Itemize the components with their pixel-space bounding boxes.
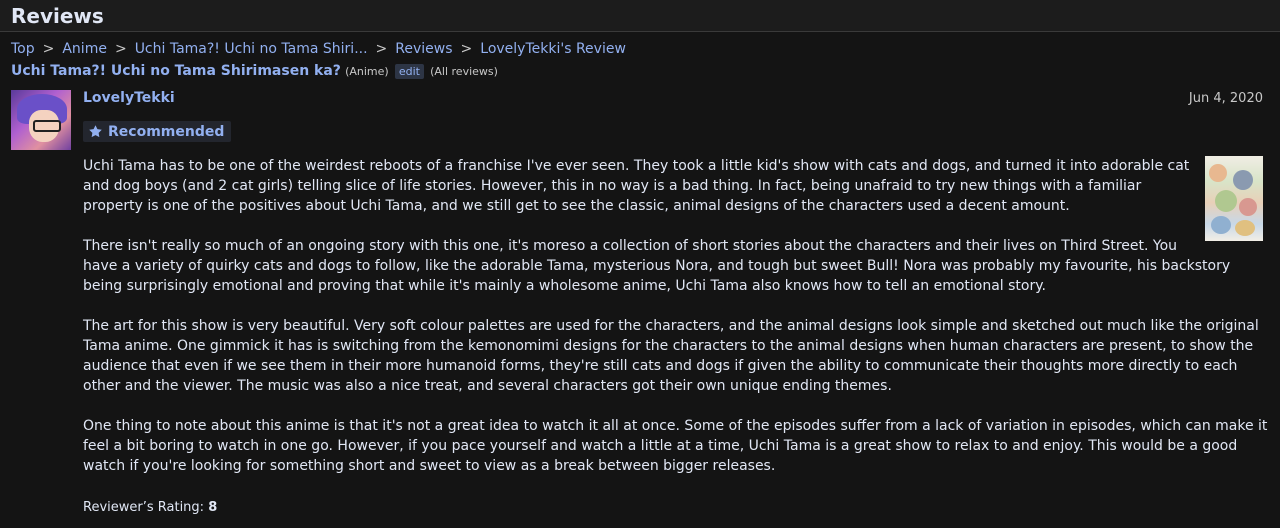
review-paragraph: Uchi Tama has to be one of the weirdest …: [83, 158, 1190, 214]
breadcrumb-anime-title[interactable]: Uchi Tama?! Uchi no Tama Shiri...: [135, 41, 368, 57]
avatar-glasses: [33, 120, 61, 132]
badge-label: Recommended: [108, 123, 225, 140]
review-paragraph: One thing to note about this anime is th…: [83, 418, 1268, 474]
breadcrumb-review[interactable]: LovelyTekki's Review: [480, 41, 626, 57]
breadcrumb-reviews[interactable]: Reviews: [395, 41, 452, 57]
all-reviews-close-paren: ): [493, 65, 498, 78]
anime-type: (Anime): [345, 65, 389, 78]
cover-art-shape: [1239, 198, 1257, 216]
breadcrumb-top[interactable]: Top: [11, 41, 35, 57]
reviewer-rating: Reviewer’s Rating: 8: [83, 500, 217, 515]
page-header: Reviews: [0, 0, 1280, 32]
cover-art-shape: [1209, 164, 1227, 182]
username-link[interactable]: LovelyTekki: [83, 90, 175, 106]
anime-title-line: Uchi Tama?! Uchi no Tama Shirimasen ka? …: [11, 63, 498, 79]
review-paragraph: There isn't really so much of an ongoing…: [83, 238, 1231, 294]
rating-label: Reviewer’s Rating:: [83, 500, 205, 515]
all-reviews-link[interactable]: All reviews: [434, 65, 493, 78]
anime-title-link[interactable]: Uchi Tama?! Uchi no Tama Shirimasen ka?: [11, 63, 341, 79]
anime-cover-image[interactable]: [1205, 156, 1263, 241]
cover-art-shape: [1211, 216, 1231, 234]
breadcrumb-separator: >: [375, 41, 388, 57]
cover-art-shape: [1215, 190, 1237, 212]
breadcrumb-separator: >: [114, 41, 127, 57]
breadcrumb-separator: >: [42, 41, 55, 57]
breadcrumb-anime[interactable]: Anime: [62, 41, 107, 57]
breadcrumb: Top > Anime > Uchi Tama?! Uchi no Tama Shiri…: [11, 41, 626, 57]
review-body: Uchi Tama has to be one of the weirdest …: [83, 156, 1268, 496]
avatar[interactable]: [11, 90, 71, 150]
rating-value: 8: [208, 500, 218, 515]
cover-art-shape: [1235, 220, 1255, 236]
page-title: Reviews: [11, 3, 104, 28]
breadcrumb-separator: >: [460, 41, 473, 57]
recommended-badge: Recommended: [83, 121, 232, 142]
cover-art-shape: [1233, 170, 1253, 190]
edit-button[interactable]: edit: [394, 64, 424, 79]
review-paragraph: The art for this show is very beautiful.…: [83, 318, 1259, 394]
star-icon: [89, 125, 102, 138]
review-date: Jun 4, 2020: [1188, 91, 1263, 106]
